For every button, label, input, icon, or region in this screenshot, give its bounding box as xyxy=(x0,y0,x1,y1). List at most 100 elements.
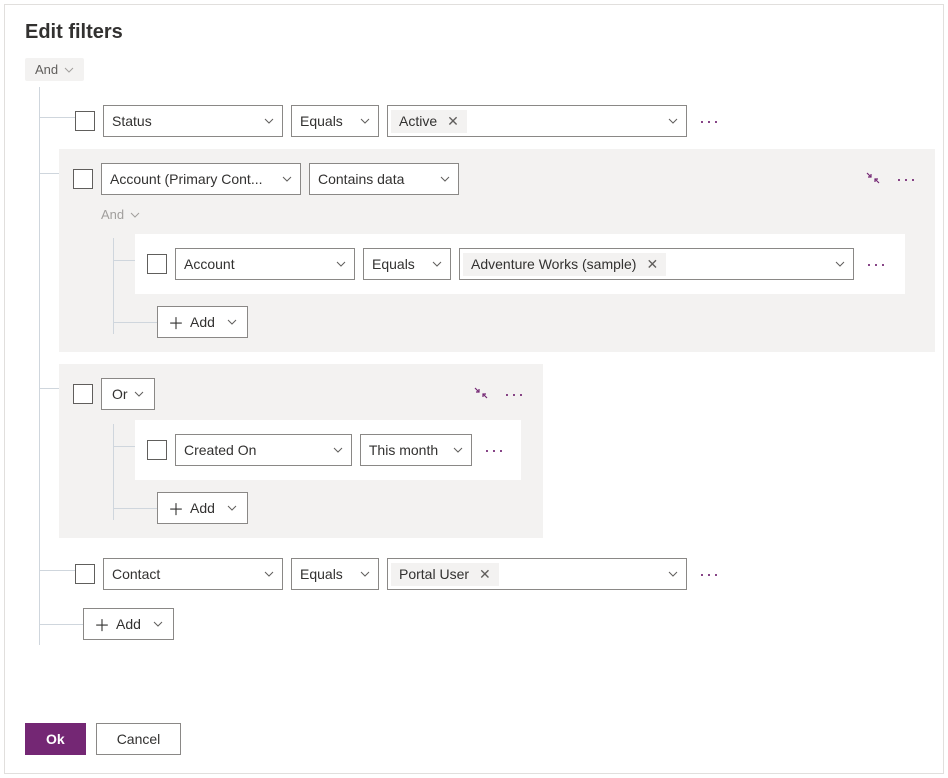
row-checkbox[interactable] xyxy=(147,254,167,274)
field-select[interactable]: Created On xyxy=(175,434,352,466)
edit-filters-panel: Edit filters And Status Equals xyxy=(4,4,944,774)
tree-line xyxy=(39,117,75,118)
group-more-icon[interactable]: ··· xyxy=(892,170,921,188)
tree-line xyxy=(113,446,135,447)
tree-line xyxy=(39,570,75,571)
chevron-down-icon xyxy=(432,261,442,267)
value-tag: Adventure Works (sample) ✕ xyxy=(463,253,666,276)
op-label: Contains data xyxy=(318,171,404,187)
cancel-label: Cancel xyxy=(117,731,161,747)
chevron-down-icon xyxy=(453,447,463,453)
row-more-icon[interactable]: ··· xyxy=(862,255,891,273)
chevron-down-icon xyxy=(227,319,237,325)
operator-select[interactable]: Equals xyxy=(291,105,379,137)
field-label: Account (Primary Cont... xyxy=(110,171,276,187)
add-button[interactable]: ＋ Add xyxy=(157,492,248,524)
tree-line xyxy=(113,238,114,334)
filter-row-contact: Contact Equals Portal User ✕ ··· xyxy=(75,558,923,590)
dialog-footer: Ok Cancel xyxy=(25,723,181,755)
row-checkbox[interactable] xyxy=(75,564,95,584)
operator-select[interactable]: This month xyxy=(360,434,472,466)
remove-tag-icon[interactable]: ✕ xyxy=(646,256,658,273)
row-more-icon[interactable]: ··· xyxy=(695,565,724,583)
row-checkbox[interactable] xyxy=(73,384,93,404)
chevron-down-icon xyxy=(360,571,370,577)
row-more-icon[interactable]: ··· xyxy=(695,112,724,130)
chevron-down-icon xyxy=(440,176,450,182)
value-tag: Active ✕ xyxy=(391,110,467,133)
tree-line xyxy=(39,173,59,174)
value-select[interactable]: Active ✕ xyxy=(387,105,687,137)
tree-line xyxy=(39,624,83,625)
value-select[interactable]: Adventure Works (sample) ✕ xyxy=(459,248,854,280)
chevron-down-icon xyxy=(134,391,144,397)
row-checkbox[interactable] xyxy=(75,111,95,131)
tree-line xyxy=(113,508,157,509)
chevron-down-icon xyxy=(835,261,845,267)
inner-logical-op[interactable]: And xyxy=(101,205,140,224)
add-button[interactable]: ＋ Add xyxy=(157,306,248,338)
value-tag: Portal User ✕ xyxy=(391,563,499,586)
or-op-select[interactable]: Or xyxy=(101,378,155,410)
filter-row-createdon: Created On This month ··· xyxy=(147,434,509,466)
operator-select[interactable]: Contains data xyxy=(309,163,459,195)
inner-row-wrap: Created On This month ··· xyxy=(135,420,521,480)
field-select[interactable]: Account xyxy=(175,248,355,280)
inner-op-label: And xyxy=(101,207,124,222)
value-tag-label: Portal User xyxy=(399,566,469,582)
field-label: Created On xyxy=(184,442,256,458)
tree-line xyxy=(39,388,59,389)
collapse-icon[interactable] xyxy=(470,382,492,407)
chevron-down-icon xyxy=(64,67,74,73)
group-more-icon[interactable]: ··· xyxy=(500,385,529,403)
chevron-down-icon xyxy=(668,118,678,124)
op-label: This month xyxy=(369,442,438,458)
field-label: Status xyxy=(112,113,152,129)
root-op-label: And xyxy=(35,62,58,77)
group-header: Account (Primary Cont... Contains data ·… xyxy=(73,163,921,195)
tree-line xyxy=(113,260,135,261)
collapse-icon[interactable] xyxy=(862,167,884,192)
row-more-icon[interactable]: ··· xyxy=(480,441,509,459)
chevron-down-icon xyxy=(130,212,140,218)
chevron-down-icon xyxy=(336,261,346,267)
plus-icon: ＋ xyxy=(168,496,184,520)
add-label: Add xyxy=(190,500,215,516)
field-select[interactable]: Status xyxy=(103,105,283,137)
field-select[interactable]: Account (Primary Cont... xyxy=(101,163,301,195)
cancel-button[interactable]: Cancel xyxy=(96,723,182,755)
or-op-label: Or xyxy=(112,386,128,402)
plus-icon: ＋ xyxy=(168,310,184,334)
field-label: Contact xyxy=(112,566,160,582)
chevron-down-icon xyxy=(264,118,274,124)
chevron-down-icon xyxy=(282,176,292,182)
plus-icon: ＋ xyxy=(94,612,110,636)
row-checkbox[interactable] xyxy=(73,169,93,189)
group-account: Account (Primary Cont... Contains data ·… xyxy=(59,149,935,352)
chevron-down-icon xyxy=(333,447,343,453)
root-logical-op[interactable]: And xyxy=(25,58,84,81)
chevron-down-icon xyxy=(360,118,370,124)
value-select[interactable]: Portal User ✕ xyxy=(387,558,687,590)
field-select[interactable]: Contact xyxy=(103,558,283,590)
chevron-down-icon xyxy=(668,571,678,577)
remove-tag-icon[interactable]: ✕ xyxy=(447,113,459,130)
chevron-down-icon xyxy=(264,571,274,577)
op-label: Equals xyxy=(300,113,343,129)
remove-tag-icon[interactable]: ✕ xyxy=(479,566,491,583)
op-label: Equals xyxy=(300,566,343,582)
tree-line xyxy=(113,322,157,323)
add-button[interactable]: ＋ Add xyxy=(83,608,174,640)
inner-row-wrap: Account Equals Adventure Works (sampl xyxy=(135,234,905,294)
operator-select[interactable]: Equals xyxy=(363,248,451,280)
row-checkbox[interactable] xyxy=(147,440,167,460)
group-header: Or ··· xyxy=(73,378,529,410)
field-label: Account xyxy=(184,256,235,272)
chevron-down-icon xyxy=(153,621,163,627)
operator-select[interactable]: Equals xyxy=(291,558,379,590)
tree-line xyxy=(113,424,114,520)
page-title: Edit filters xyxy=(25,21,923,44)
tree-line xyxy=(39,87,40,645)
value-tag-label: Adventure Works (sample) xyxy=(471,256,636,272)
ok-button[interactable]: Ok xyxy=(25,723,86,755)
